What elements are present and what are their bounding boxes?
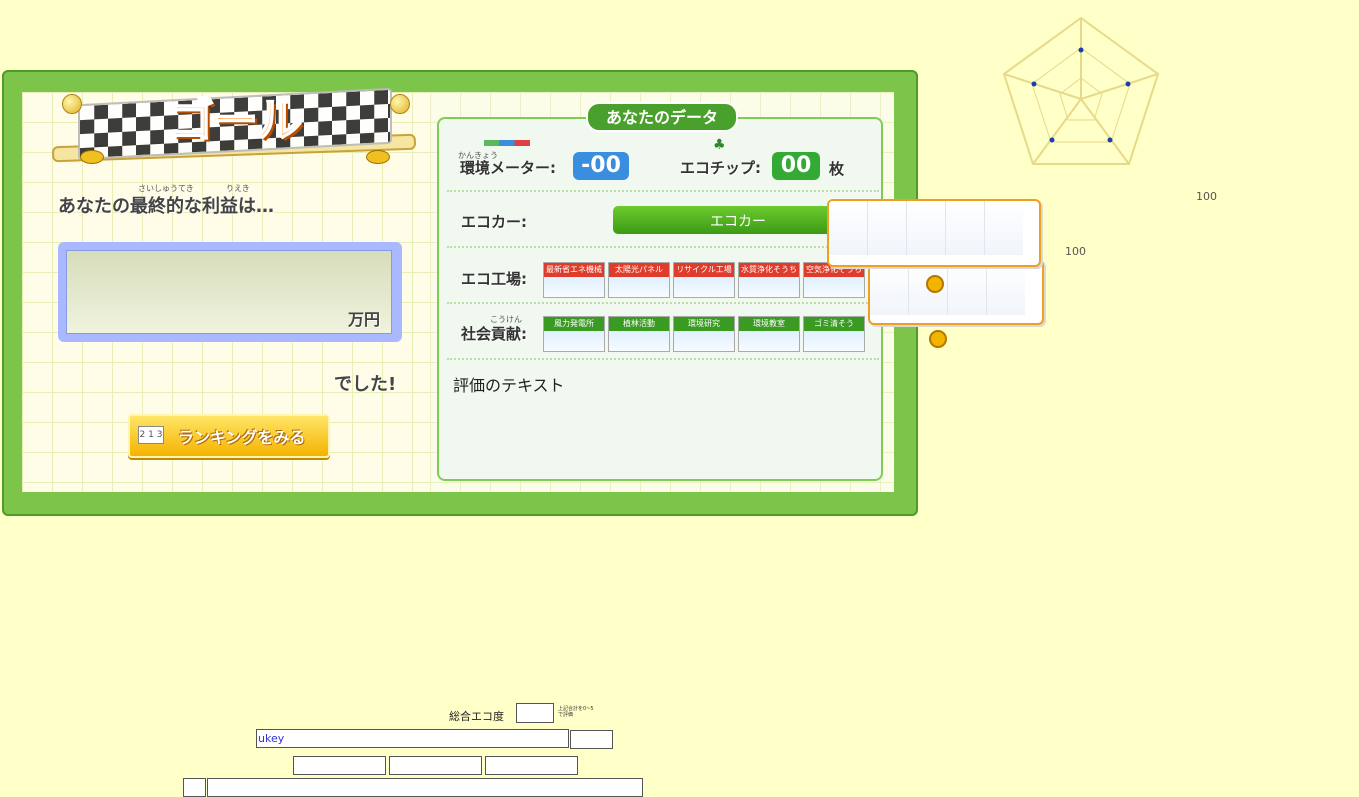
eco-card-illustration xyxy=(674,277,734,297)
evaluation-text: 評価のテキスト xyxy=(453,376,565,395)
eco-chip-unit: 枚 xyxy=(829,160,845,178)
total-eco-hint: 上記合計を0~5で評価 xyxy=(558,706,594,718)
ukey-submit-button[interactable] xyxy=(570,730,613,749)
eco-factory-label: エコ工場: xyxy=(461,270,527,288)
ukey-input[interactable]: ukey xyxy=(256,729,569,748)
podium-icon: 2 1 3 xyxy=(138,426,164,444)
data-title: あなたのデータ xyxy=(605,108,718,127)
social-contribution-label: 社会貢献: xyxy=(461,325,527,343)
eco-card-label: 太陽光パネル xyxy=(609,263,669,277)
popup-cell xyxy=(946,201,985,255)
popup-cell xyxy=(829,201,868,255)
eco-card[interactable]: ゴミ清そう xyxy=(803,316,865,352)
form-field-3[interactable] xyxy=(485,756,578,775)
popup-cell xyxy=(948,261,987,315)
eco-chip-label: エコチップ: xyxy=(680,159,761,177)
popup-cell xyxy=(985,201,1023,255)
eco-card-label: 風力発電所 xyxy=(544,317,604,331)
eco-card[interactable]: 空気浄化そうち xyxy=(803,262,865,298)
banner-knob-right xyxy=(390,94,410,114)
eco-car-label: エコカー: xyxy=(461,213,527,231)
total-eco-label: 総合エコ度 xyxy=(449,710,504,723)
divider xyxy=(447,358,879,360)
eco-card-label: 環境研究 xyxy=(674,317,734,331)
eco-chip-value: 00 xyxy=(772,152,820,180)
divider xyxy=(447,302,879,304)
eco-card[interactable]: 太陽光パネル xyxy=(608,262,670,298)
popup-cell xyxy=(987,261,1025,315)
eco-card-label: リサイクル工場 xyxy=(674,263,734,277)
eco-card[interactable]: 環境教室 xyxy=(738,316,800,352)
eco-card-illustration xyxy=(739,331,799,351)
radar-chart xyxy=(1002,16,1160,165)
banner-stand-left xyxy=(80,150,104,164)
profit-unit: 万円 xyxy=(348,310,381,329)
form-field-1[interactable] xyxy=(293,756,386,775)
eco-card-label: 水質浄化そうち xyxy=(739,263,799,277)
profit-deshita: でした! xyxy=(334,374,397,395)
ranking-button-label[interactable]: ランキングをみる xyxy=(178,424,306,448)
magnifier-icon[interactable] xyxy=(929,330,947,348)
eco-card-illustration xyxy=(544,331,604,351)
popup-cell xyxy=(907,201,946,255)
eco-card-label: ゴミ清そう xyxy=(804,317,864,331)
form-wide-input[interactable] xyxy=(207,778,643,797)
eco-card-label: 最新省エネ機械 xyxy=(544,263,604,277)
radar-label: 100 xyxy=(1196,190,1217,203)
detail-popup-lower xyxy=(868,259,1044,325)
env-meter-value: -00 xyxy=(573,152,629,180)
eco-card-illustration xyxy=(609,331,669,351)
radar-grid xyxy=(1002,16,1160,165)
eco-card-label: 植林活動 xyxy=(609,317,669,331)
leaf-icon: ♣ xyxy=(713,137,726,153)
eco-card[interactable]: 環境研究 xyxy=(673,316,735,352)
eco-card-illustration xyxy=(804,331,864,351)
eco-card-illustration xyxy=(609,277,669,297)
divider xyxy=(447,246,879,248)
detail-popup-upper xyxy=(827,199,1041,267)
profit-question: あなたの最終的な利益は… xyxy=(58,196,274,217)
eco-card-illustration xyxy=(674,331,734,351)
eco-card[interactable]: リサイクル工場 xyxy=(673,262,735,298)
banner-knob-left xyxy=(62,94,82,114)
eco-card-illustration xyxy=(804,277,864,297)
divider xyxy=(447,190,879,192)
eco-card-illustration xyxy=(544,277,604,297)
magnifier-icon[interactable] xyxy=(926,275,944,293)
banner-stand-right xyxy=(366,150,390,164)
eco-card[interactable]: 植林活動 xyxy=(608,316,670,352)
eco-card[interactable]: 水質浄化そうち xyxy=(738,262,800,298)
popup-cell xyxy=(870,261,909,315)
total-eco-input[interactable] xyxy=(516,703,554,723)
radar-label: 100 xyxy=(1065,245,1086,258)
form-checkbox[interactable] xyxy=(183,778,206,797)
goal-title: ゴール xyxy=(167,92,303,148)
eco-card[interactable]: 最新省エネ機械 xyxy=(543,262,605,298)
eco-card-illustration xyxy=(739,277,799,297)
eco-car-value: エコカー xyxy=(710,214,766,230)
meter-gauge-icon xyxy=(484,140,530,146)
popup-cell xyxy=(868,201,907,255)
profit-value-field xyxy=(66,250,392,334)
env-meter-label: 環境メーター: xyxy=(460,159,556,177)
eco-card-label: 環境教室 xyxy=(739,317,799,331)
form-field-2[interactable] xyxy=(389,756,482,775)
eco-card[interactable]: 風力発電所 xyxy=(543,316,605,352)
